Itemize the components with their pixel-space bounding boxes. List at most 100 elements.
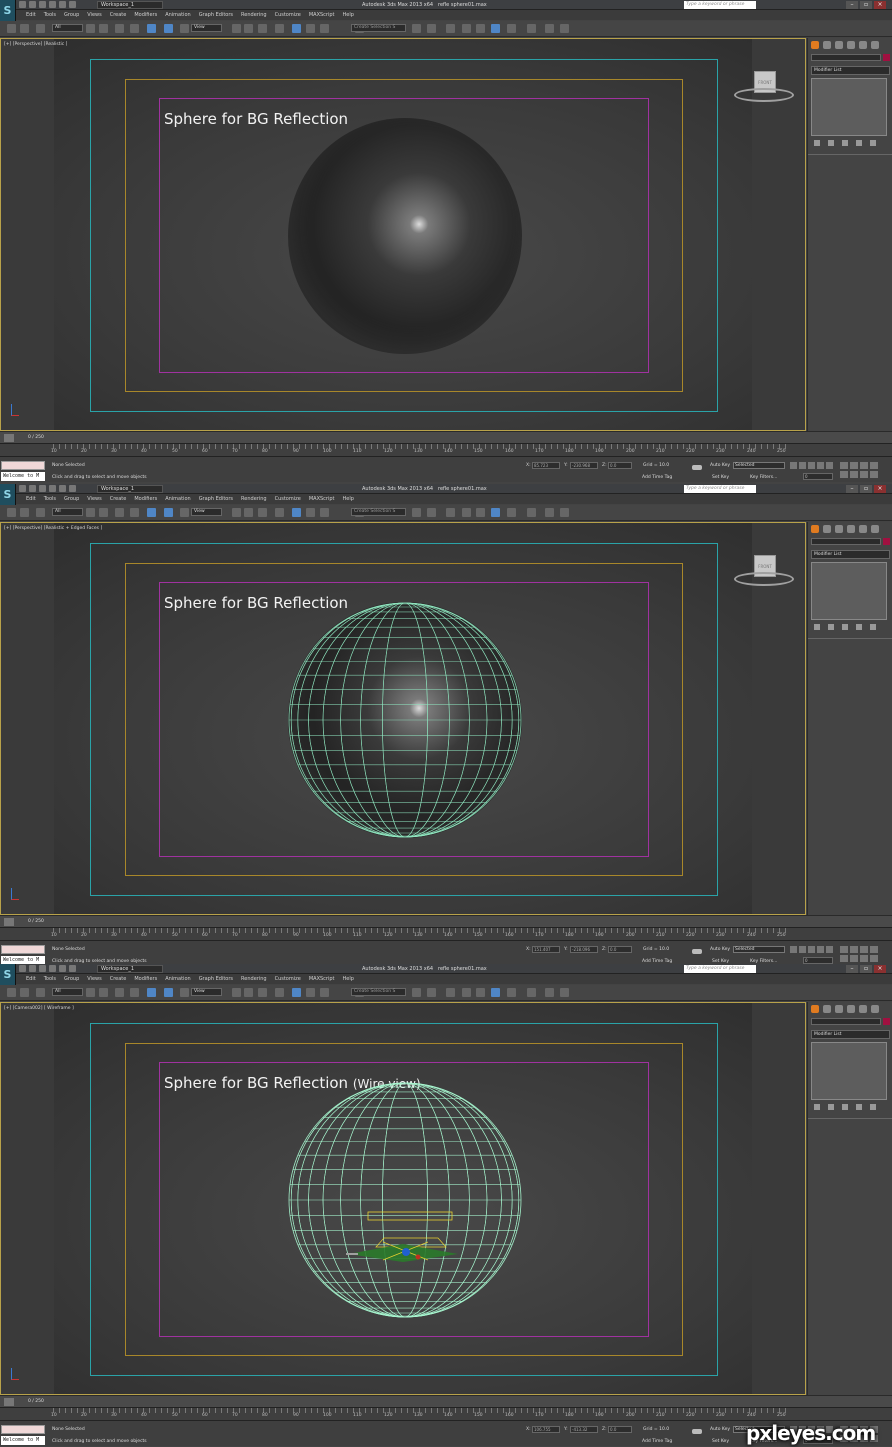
reflection-sphere[interactable] [288,602,522,838]
toolbar-tool-icon[interactable] [462,988,471,997]
modifier-stack[interactable] [811,78,887,136]
z-coordinate-field[interactable]: 0.0 [608,1426,632,1433]
toolbar-tool-icon[interactable] [292,988,301,997]
orbit-icon[interactable] [860,955,868,962]
toolbar-tool-icon[interactable] [180,988,189,997]
menu-modifiers[interactable]: Modifiers [134,976,157,982]
open-file-icon[interactable] [29,1,36,8]
modifier-list-select[interactable]: Modifier List [811,550,890,559]
motion-tab-icon[interactable] [847,1005,855,1013]
workspace-select[interactable]: Workspace_1 [97,965,163,973]
menu-create[interactable]: Create [110,976,127,982]
named-selection-select[interactable]: Create Selection S [351,24,406,32]
toolbar-tool-icon[interactable] [20,988,29,997]
frame-counter[interactable]: 0 / 250 [28,919,44,924]
add-time-tag[interactable]: Add Time Tag [642,475,672,480]
minimize-button[interactable]: – [846,485,858,493]
y-coordinate-field[interactable]: -230.968 [570,462,598,469]
toolbar-tool-icon[interactable] [115,988,124,997]
toolbar-tool-icon[interactable] [545,988,554,997]
close-button[interactable]: × [874,485,886,493]
toolbar-tool-icon[interactable] [320,988,329,997]
new-file-icon[interactable] [19,485,26,492]
project-folder-icon[interactable] [69,965,76,972]
create-tab-icon[interactable] [811,41,819,49]
maximize-button[interactable]: ▫ [860,965,872,973]
modifier-stack[interactable] [811,1042,887,1100]
undo-icon[interactable] [49,965,56,972]
menu-maxscript[interactable]: MAXScript [309,496,335,502]
toolbar-tool-icon[interactable] [258,24,267,33]
toolbar-tool-icon[interactable] [180,508,189,517]
modify-tab-icon[interactable] [823,41,831,49]
toolbar-tool-icon[interactable] [427,24,436,33]
toolbar-tool-icon[interactable] [36,508,45,517]
named-selection-select[interactable]: Create Selection S [351,988,406,996]
current-frame-field[interactable]: 0 [803,473,833,480]
toolbar-tool-icon[interactable] [320,24,329,33]
toolbar-tool-icon[interactable] [446,508,455,517]
modifier-stack[interactable] [811,562,887,620]
toolbar-tool-icon[interactable] [36,988,45,997]
menu-animation[interactable]: Animation [165,496,191,502]
go-to-start-icon[interactable] [790,462,797,469]
toolbar-tool-icon[interactable] [527,508,536,517]
make-unique-icon[interactable] [842,140,848,146]
toolbar-tool-icon[interactable] [147,24,156,33]
menu-group[interactable]: Group [64,976,79,982]
menu-graph-editors[interactable]: Graph Editors [199,976,233,982]
menu-maxscript[interactable]: MAXScript [309,12,335,18]
previous-frame-icon[interactable] [799,946,806,953]
x-coordinate-field[interactable]: 85.723 [532,462,560,469]
menu-graph-editors[interactable]: Graph Editors [199,496,233,502]
menu-edit[interactable]: Edit [26,496,36,502]
zoom-extents-icon[interactable] [860,462,868,469]
workspace-select[interactable]: Workspace_1 [97,1,163,9]
maxscript-welcome[interactable]: Welcome to M [1,472,45,481]
mini-curve-editor-icon[interactable] [4,918,14,926]
previous-frame-icon[interactable] [799,462,806,469]
field-of-view-icon[interactable] [840,471,848,478]
key-filters-button[interactable]: Key Filters... [750,475,777,480]
toolbar-tool-icon[interactable] [36,24,45,33]
utilities-tab-icon[interactable] [871,1005,879,1013]
toolbar-tool-icon[interactable] [527,988,536,997]
toolbar-tool-icon[interactable] [232,24,241,33]
orbit-icon[interactable] [860,471,868,478]
modifier-list-select[interactable]: Modifier List [811,66,890,75]
menu-rendering[interactable]: Rendering [241,12,267,18]
frame-counter[interactable]: 0 / 250 [28,435,44,440]
toolbar-tool-icon[interactable] [130,508,139,517]
viewport[interactable]: [+] [Perspective] [Realistic + Edged Fac… [0,522,806,915]
toolbar-tool-icon[interactable] [20,508,29,517]
toolbar-tool-icon[interactable] [292,508,301,517]
maximize-button[interactable]: ▫ [860,485,872,493]
app-logo-icon[interactable]: S [0,484,16,505]
toolbar-tool-icon[interactable] [476,988,485,997]
toolbar-tool-icon[interactable] [20,24,29,33]
toolbar-tool-icon[interactable] [7,988,16,997]
toolbar-tool-icon[interactable] [130,988,139,997]
reflection-sphere[interactable] [288,118,522,354]
toolbar-tool-icon[interactable] [476,508,485,517]
auto-key-button[interactable]: Auto Key [710,947,730,952]
menu-maxscript[interactable]: MAXScript [309,976,335,982]
toolbar-tool-icon[interactable] [275,988,284,997]
display-tab-icon[interactable] [859,525,867,533]
pin-stack-icon[interactable] [814,1104,820,1110]
named-selection-select[interactable]: Create Selection S [351,508,406,516]
reference-coordinate-select[interactable]: View [191,24,222,32]
menu-group[interactable]: Group [64,12,79,18]
toolbar-tool-icon[interactable] [232,508,241,517]
undo-icon[interactable] [49,1,56,8]
menu-rendering[interactable]: Rendering [241,496,267,502]
toolbar-tool-icon[interactable] [476,24,485,33]
toolbar-tool-icon[interactable] [99,508,108,517]
pin-stack-icon[interactable] [814,624,820,630]
toolbar-tool-icon[interactable] [560,988,569,997]
save-file-icon[interactable] [39,1,46,8]
toolbar-tool-icon[interactable] [462,24,471,33]
frame-counter[interactable]: 0 / 250 [28,1399,44,1404]
view-cube[interactable]: FRONT [734,68,794,104]
toolbar-tool-icon[interactable] [86,24,95,33]
